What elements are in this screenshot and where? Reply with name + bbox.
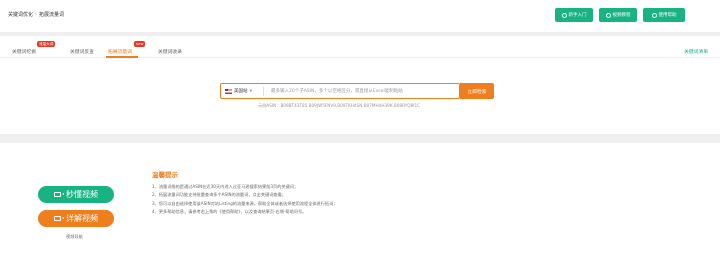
tips-list: 1、流量词指的是通过ASIN在近30天内进入过亚马逊搜索结果前3页的关键词； 2… <box>152 183 337 216</box>
tab-bar: 关键词挖掘 流量大词 关键词反查 拓展流量词 new 关键词收录 关键词清单 <box>0 36 720 58</box>
tip-item: 4、更多帮助信息，请参考右上角的《使用帮助》，以及查询结果页-右侧-帮助问号。 <box>152 208 307 214</box>
new-badge: new <box>134 41 146 47</box>
keyword-list-link[interactable]: 关键词清单 <box>684 48 708 55</box>
tab-reverse-lookup[interactable]: 关键词反查 <box>70 48 94 55</box>
video-tutorial-button[interactable]: 视频教程 <box>599 8 637 22</box>
search-button[interactable]: 立即检索 <box>460 83 494 99</box>
help-panel: 秒懂视频 详解视频 视频导航 温馨提示 1、流量词指的是通过ASIN在近30天内… <box>0 143 720 253</box>
breadcrumb-current: 拓展流量词 <box>39 12 65 18</box>
play-icon <box>605 12 611 18</box>
video-nav-link[interactable]: 视频导航 <box>66 234 83 240</box>
breadcrumb-separator: › <box>35 12 38 18</box>
country-label: 美国站 <box>234 89 248 94</box>
divider <box>263 87 264 96</box>
beginner-guide-label: 新手入门 <box>568 13 587 18</box>
tip-item: 1、流量词指的是通过ASIN在近30天内进入过亚马逊搜索结果前3页的关键词； <box>152 184 299 189</box>
example-asin-list[interactable]: B09BT43T85,B09JW5FNV9,B09TKH4SN,B07MH4H3… <box>280 103 420 108</box>
tab-keyword-indexing-label: 关键词收录 <box>158 50 182 55</box>
tab-traffic-expansion[interactable]: 拓展流量词 new <box>108 41 146 55</box>
tab-keyword-mining[interactable]: 关键词挖掘 流量大词 <box>12 41 56 55</box>
breadcrumb-parent[interactable]: 关键词优化 <box>8 12 33 18</box>
help-button[interactable]: 使用帮助 <box>643 8 685 22</box>
video-camera-icon <box>54 216 64 221</box>
help-label: 使用帮助 <box>658 13 677 18</box>
country-select[interactable]: 美国站 ▼ <box>225 88 252 94</box>
example-asins: 示例ASIN：B09BT43T85,B09JW5FNV9,B09TKH4SN,B… <box>258 103 420 109</box>
us-flag-icon <box>225 88 232 94</box>
search-panel: 关键词挖掘 流量大词 关键词反查 拓展流量词 new 关键词收录 关键词清单 美… <box>0 36 720 134</box>
tab-traffic-expansion-label: 拓展流量词 <box>108 50 132 55</box>
beginner-guide-button[interactable]: 新手入门 <box>555 8 593 22</box>
quick-video-button[interactable]: 秒懂视频 <box>38 186 114 203</box>
hot-badge: 流量大词 <box>37 41 56 47</box>
tips-title: 温馨提示 <box>152 171 178 179</box>
user-icon <box>561 12 567 18</box>
video-tutorial-label: 视频教程 <box>612 13 631 18</box>
tab-keyword-mining-label: 关键词挖掘 <box>12 50 36 55</box>
tab-reverse-lookup-label: 关键词反查 <box>70 50 94 55</box>
video-camera-icon <box>54 192 64 197</box>
quick-video-label: 秒懂视频 <box>66 190 98 199</box>
tip-item: 2、拓展流量词功能支持批量查询多个ASIN的流量词，点击关键词查看； <box>152 192 286 198</box>
help-icon <box>651 12 657 18</box>
breadcrumb: 关键词优化 › 拓展流量词 <box>8 11 64 18</box>
search-box: 美国站 ▼ <box>220 83 460 99</box>
detail-video-label: 详解视频 <box>66 214 98 223</box>
detail-video-button[interactable]: 详解视频 <box>38 210 114 227</box>
asin-search-input[interactable] <box>271 86 457 97</box>
example-label: 示例ASIN： <box>258 103 281 108</box>
tip-item: 3、您可以自由选择使用该ASIN对站Listing的流量来源，帮助全体或者选择使… <box>152 200 338 206</box>
active-tab-indicator <box>106 56 138 58</box>
tab-keyword-indexing[interactable]: 关键词收录 <box>158 48 182 55</box>
top-bar: 关键词优化 › 拓展流量词 新手入门 视频教程 使用帮助 <box>0 0 720 32</box>
chevron-down-icon: ▼ <box>249 89 253 93</box>
